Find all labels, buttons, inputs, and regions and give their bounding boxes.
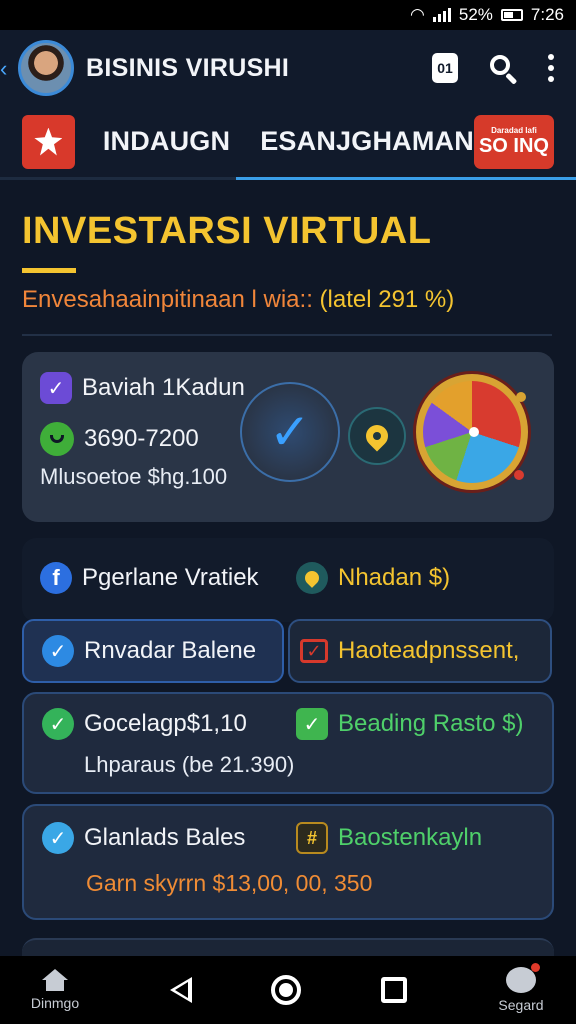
pill-right-label: Haoteadpnssent, (338, 637, 520, 664)
location-pin-icon[interactable] (348, 407, 406, 465)
investment-summary-card[interactable]: ✓ Baviah 1Kadun 3690-7200 Mlusoetoe $hg.… (22, 352, 554, 522)
list-item[interactable]: ✓ Gocelagp$1,10 ✓ Beading Rasto $) Lhpar… (22, 692, 554, 794)
next-card-peek (22, 938, 554, 958)
tab-bar: INDAUGN ESANJGHAMAN Daradad lafi SO INQ (0, 106, 576, 180)
battery-icon (500, 9, 523, 21)
title-underline (22, 268, 76, 273)
search-icon[interactable] (488, 53, 518, 85)
wifi-icon: ◠ (410, 5, 425, 24)
subtitle-text: Envesahaainpitinaan l wia:: (22, 286, 313, 313)
back-arrow-icon[interactable]: ‹ (0, 56, 7, 82)
phone-icon (40, 422, 74, 456)
card-right-label: Beading Rasto $) (338, 710, 524, 737)
nav-profile-label: Segard (498, 997, 544, 1013)
avatar[interactable] (18, 40, 74, 96)
card-right-label: Baostenkayln (338, 824, 483, 851)
check-icon: ✓ (42, 708, 74, 740)
facebook-icon[interactable]: f (40, 562, 72, 594)
battery-percent: 52% (458, 5, 493, 24)
status-bar: ◠ 52% 7:26 (0, 0, 576, 30)
check-icon: ✓ (42, 635, 74, 667)
app-bar: ‹ BISINIS VIRUSHI 01 (0, 30, 576, 106)
back-icon[interactable] (169, 977, 192, 1003)
card-left-label: Gocelagp$1,10 (84, 710, 247, 737)
recent-apps-icon[interactable] (380, 977, 407, 1003)
pin-icon (296, 562, 328, 594)
divider (22, 334, 552, 336)
investment-pill-button[interactable]: ✓ Haoteadpnssent, (288, 619, 552, 683)
hashtag-icon: # (296, 822, 328, 854)
section-header-row: f Pgerlane Vratiek Nhadan $) (22, 538, 554, 622)
page-title: INVESTARSI VIRTUAL (22, 210, 432, 252)
fortune-wheel-icon[interactable] (416, 374, 528, 490)
notification-badge-icon[interactable]: 01 (432, 53, 458, 83)
nav-home-label: Dinmgo (30, 995, 80, 1011)
glowing-check-icon: ✓ (240, 382, 340, 482)
section-right-label: Nhadan $) (338, 564, 451, 591)
nav-profile[interactable]: Segard (486, 963, 556, 1013)
summary-line-3: Mlusoetoe $hg.100 (40, 464, 228, 489)
brand-logo-icon[interactable] (22, 114, 75, 169)
wheel-dot (516, 392, 526, 402)
page-subtitle: Envesahaainpitinaan l wia:: (latel 291 %… (22, 286, 454, 314)
sale-badge-label: SO INQ (478, 134, 549, 157)
list-item[interactable]: ✓ Glanlads Bales # Baostenkayln Garn sky… (22, 804, 554, 920)
clock-time: 7:26 (530, 5, 564, 24)
tab-first[interactable]: INDAUGN (103, 126, 230, 157)
pill-left-label: Rnvadar Balene (84, 637, 257, 664)
summary-line-2: 3690-7200 (84, 425, 199, 452)
sale-button[interactable]: Daradad lafi SO INQ (473, 114, 554, 169)
profile-icon (506, 963, 540, 993)
wheel-dot (514, 470, 524, 480)
signal-icon (432, 8, 451, 22)
home-icon (42, 969, 68, 991)
card-sub-label: Garn skyrrn $13,00, 00, 350 (86, 870, 373, 896)
app-title: BISINIS VIRUSHI (86, 53, 290, 82)
more-options-icon[interactable] (548, 54, 554, 82)
card-left-label: Glanlads Bales (84, 824, 246, 851)
card-sub-label: Lhparaus (be 21.390) (84, 752, 295, 777)
section-left-label: Pgerlane Vratiek (82, 564, 259, 591)
bottom-nav-bar: Dinmgo Segard (0, 956, 576, 1024)
tab-second[interactable]: ESANJGHAMAN (260, 126, 474, 157)
checkbox-icon: ✓ (296, 708, 328, 740)
summary-line-1: Baviah 1Kadun (82, 374, 245, 401)
nav-home[interactable]: Dinmgo (20, 969, 90, 1011)
home-button-icon[interactable] (271, 975, 301, 1005)
check-icon: ✓ (42, 822, 74, 854)
sale-badge-small-label: Daradad lafi (491, 125, 537, 135)
tab-indicator (236, 177, 576, 180)
checkbox-icon: ✓ (300, 639, 328, 663)
balance-pill-button[interactable]: ✓ Rnvadar Balene (22, 619, 284, 683)
subtitle-highlight: (latel 291 %) (319, 286, 455, 313)
check-icon: ✓ (40, 372, 72, 404)
